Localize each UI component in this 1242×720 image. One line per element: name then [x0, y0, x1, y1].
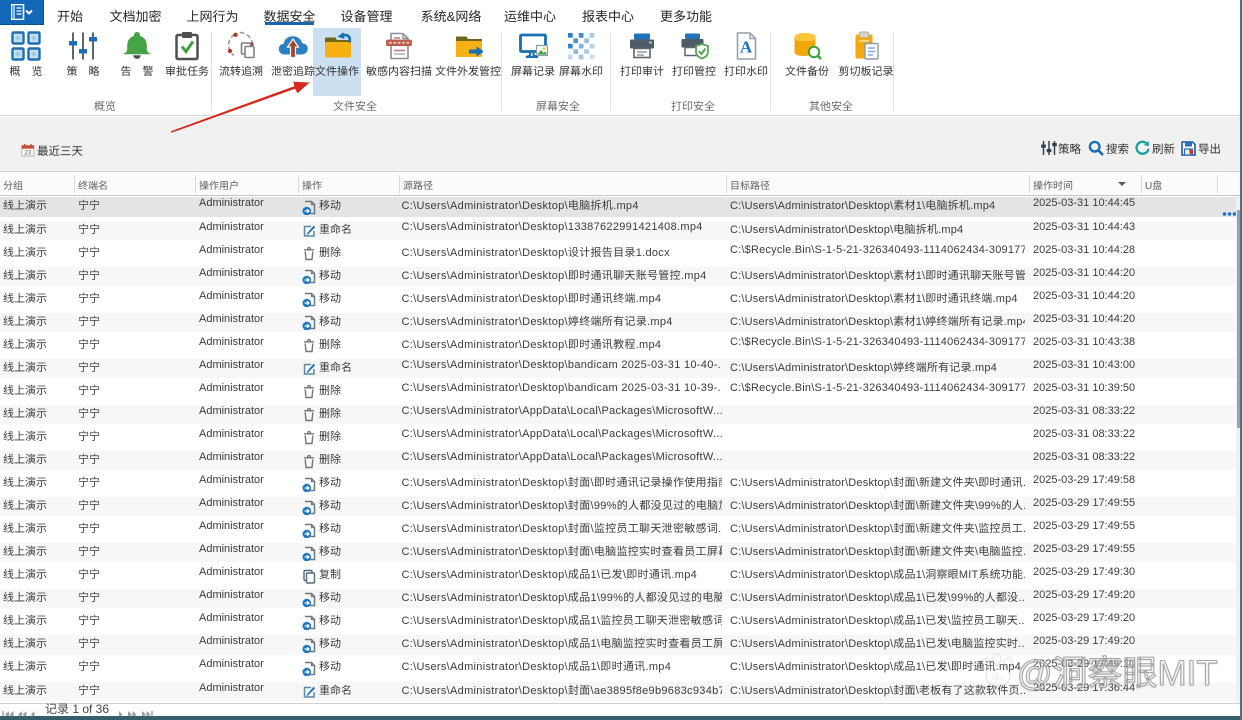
svg-text:23: 23 [24, 150, 32, 157]
svg-text:A: A [740, 38, 753, 57]
svg-text:du: du [992, 672, 1003, 683]
